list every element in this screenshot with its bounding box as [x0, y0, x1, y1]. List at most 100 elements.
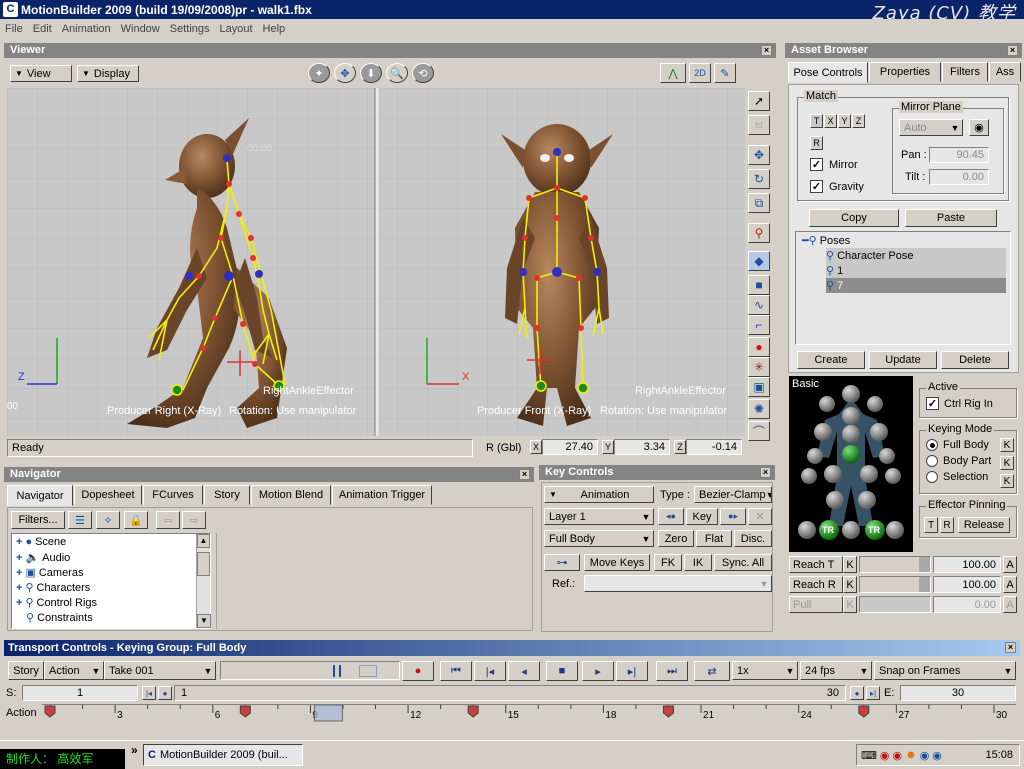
loop-toggle-icon[interactable]: ⇄: [694, 661, 730, 681]
rotate-tool-icon[interactable]: ↻: [748, 169, 770, 189]
update-icon[interactable]: ◉: [920, 749, 930, 762]
tab-navigator[interactable]: Navigator: [7, 485, 73, 506]
tree-node-pose-1[interactable]: ⚲ 1: [826, 263, 1006, 278]
eye-icon[interactable]: ◉: [969, 119, 989, 136]
body-effector-map[interactable]: [789, 376, 913, 552]
tab-animation-trigger[interactable]: Animation Trigger: [332, 485, 432, 505]
flat-button[interactable]: Flat: [696, 530, 732, 547]
reach-r-field[interactable]: 100.00: [933, 576, 1001, 593]
key-controls-close-button[interactable]: ×: [760, 467, 771, 478]
record-dot-icon[interactable]: ●: [748, 337, 770, 357]
next-key-icon[interactable]: ●▸: [720, 508, 746, 525]
discontinuity-button[interactable]: Disc.: [734, 530, 772, 547]
2d-mode-icon[interactable]: 2D: [689, 63, 711, 83]
delete-key-icon[interactable]: ✕: [748, 508, 772, 525]
back-arrow-icon[interactable]: ⇦: [156, 511, 180, 529]
play-backward-button[interactable]: ◂: [508, 661, 540, 681]
playback-speed-dropdown[interactable]: 1x ▼: [732, 661, 798, 680]
mode-body-part[interactable]: Body Part: [926, 455, 991, 467]
take-dropdown[interactable]: Take 001 ▼: [104, 661, 216, 680]
orbit-icon[interactable]: ✦: [308, 63, 330, 83]
record-button[interactable]: ●: [402, 661, 434, 681]
lock-icon[interactable]: 🔒: [124, 511, 148, 529]
stop-button[interactable]: ■: [546, 661, 578, 681]
pan-field[interactable]: 90.45: [929, 147, 989, 163]
reference-dropdown[interactable]: ▼: [584, 575, 772, 592]
timeline[interactable]: 36912151821242730: [42, 704, 1016, 722]
dolly-icon[interactable]: ⬇: [360, 63, 382, 83]
fk-button[interactable]: FK: [654, 554, 682, 571]
schematic-icon[interactable]: ✎: [714, 63, 736, 83]
go-to-end-button[interactable]: ⏭: [656, 661, 688, 681]
reach-r-a-button[interactable]: A: [1003, 576, 1017, 593]
scale-tool-icon[interactable]: ⧉: [748, 193, 770, 213]
menu-edit[interactable]: Edit: [28, 23, 57, 35]
mode-selection[interactable]: Selection: [926, 471, 988, 483]
tree-node-character-pose[interactable]: ⚲ Character Pose: [826, 248, 1006, 263]
tree-item-constraints[interactable]: ⚲ Constraints: [26, 611, 93, 625]
viewer-close-button[interactable]: ×: [761, 45, 772, 56]
character-figure-view[interactable]: Basic TR TR: [789, 376, 913, 552]
tab-fcurves[interactable]: FCurves: [143, 485, 203, 505]
set-key-button[interactable]: Key: [686, 508, 718, 525]
match-t-button[interactable]: T: [810, 114, 823, 128]
reach-t-field[interactable]: 100.00: [933, 556, 1001, 573]
tree-item-control-rigs[interactable]: + ⚲ Control Rigs: [16, 596, 97, 610]
hook-icon[interactable]: ⌒: [748, 421, 770, 441]
reset-view-icon[interactable]: ⟲: [412, 63, 434, 83]
go-to-start-button[interactable]: ⏮: [440, 661, 472, 681]
ctrl-rig-checkbox[interactable]: ✓: [926, 397, 939, 410]
ik-button[interactable]: IK: [684, 554, 712, 571]
antivirus-icon[interactable]: ◉: [932, 749, 942, 762]
time-scrubber[interactable]: [220, 661, 400, 680]
translate-tool-icon[interactable]: ✥: [748, 145, 770, 165]
navigator-close-button[interactable]: ×: [519, 469, 530, 480]
menu-help[interactable]: Help: [258, 23, 291, 35]
previous-key-icon[interactable]: ◂●: [658, 508, 684, 525]
view-menu[interactable]: ▼ View: [10, 65, 72, 82]
update-pose-button[interactable]: Update: [869, 351, 937, 369]
tab-pose-controls[interactable]: Pose Controls: [788, 62, 868, 83]
pull-a-button[interactable]: A: [1003, 596, 1017, 613]
rotation-x-field[interactable]: 27.40: [542, 439, 598, 455]
tree-scrollbar[interactable]: ▲ ▼: [196, 534, 211, 628]
ry-axis-button[interactable]: Y: [602, 440, 614, 454]
end-frame-field[interactable]: 30: [900, 685, 1016, 701]
transport-close-button[interactable]: ×: [1005, 642, 1016, 653]
reach-t-slider[interactable]: [859, 556, 931, 573]
play-button[interactable]: ▸: [582, 661, 614, 681]
tab-assets[interactable]: Ass: [989, 62, 1021, 82]
keying-group-dropdown[interactable]: Full Body ▼: [544, 530, 654, 547]
key-selection-button[interactable]: K: [1000, 474, 1014, 488]
key-tool-icon[interactable]: ⊶: [544, 554, 580, 571]
mirror-plane-dropdown[interactable]: Auto ▼: [899, 119, 963, 136]
match-x-button[interactable]: X: [824, 114, 837, 128]
tab-story[interactable]: Story: [204, 485, 250, 505]
pull-slider[interactable]: [859, 596, 931, 613]
messenger-icon[interactable]: ☻: [905, 749, 917, 761]
camera-icon[interactable]: ▣: [748, 377, 770, 397]
zoom-icon[interactable]: 🔍: [386, 63, 408, 83]
display-menu[interactable]: ▼ Display: [77, 65, 139, 82]
pick-icon[interactable]: ✧: [96, 511, 120, 529]
volume-icon[interactable]: ◉: [880, 749, 890, 762]
pull-field[interactable]: 0.00: [933, 596, 1001, 613]
object-mode-icon[interactable]: ◆: [748, 251, 770, 271]
action-mode-dropdown[interactable]: Action ▼: [44, 661, 104, 680]
tab-filters[interactable]: Filters: [942, 62, 988, 82]
tree-item-cameras[interactable]: + ▣ Cameras: [16, 566, 83, 580]
interpolation-type-dropdown[interactable]: Bezier-Clamp▼: [694, 486, 772, 503]
key-body-part-button[interactable]: K: [1000, 456, 1014, 470]
network-icon[interactable]: ◉: [893, 749, 903, 762]
reach-t-key-button[interactable]: K: [843, 556, 857, 573]
reach-t-a-button[interactable]: A: [1003, 556, 1017, 573]
taskbar-chevron[interactable]: »: [131, 743, 138, 757]
next-frame-button[interactable]: ▸|: [616, 661, 648, 681]
animation-dropdown[interactable]: ▼ Animation: [544, 486, 654, 503]
paste-button[interactable]: Paste: [905, 209, 997, 227]
range-start-left-icon[interactable]: |◂: [142, 686, 156, 700]
rz-axis-button[interactable]: Z: [674, 440, 686, 454]
frame-rate-dropdown[interactable]: 24 fps ▼: [800, 661, 872, 680]
rotation-y-field[interactable]: 3.34: [614, 439, 670, 455]
sync-all-button[interactable]: Sync. All: [714, 554, 772, 571]
